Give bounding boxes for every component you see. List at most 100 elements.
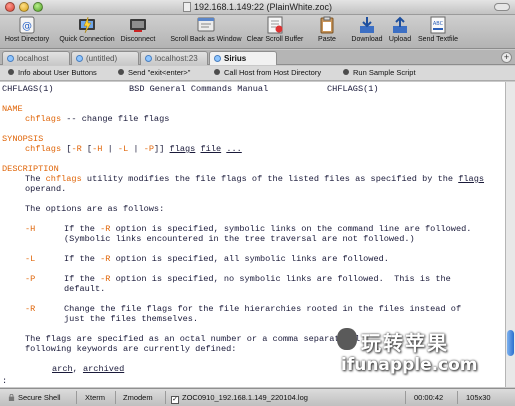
synopsis-line: chflags [-R [-H | -L | -P]] flags file .… xyxy=(25,144,242,154)
send-textfile-button[interactable]: ABC Send Textfile xyxy=(416,16,460,43)
status-divider xyxy=(115,391,116,404)
disconnect-button[interactable]: Disconnect xyxy=(118,16,158,43)
user-button-label: Call Host from Host Directory xyxy=(224,68,322,77)
syn-arg-file: file xyxy=(200,144,222,154)
tab-localhost[interactable]: localhost xyxy=(2,51,70,65)
lock-icon xyxy=(8,394,15,401)
syn-command: chflags xyxy=(25,144,62,154)
session-status-icon xyxy=(145,55,152,62)
opt-text: option is specified, no symbolic links a… xyxy=(110,274,451,284)
name-line: chflags -- change file flags xyxy=(25,114,169,124)
desc-text: utility modifies the file flags of the l… xyxy=(81,174,459,184)
log-file-name: ZOC0910_192.168.1.149_220104.log xyxy=(182,393,308,402)
quick-connection-label: Quick Connection xyxy=(59,36,115,43)
syn-text: [ xyxy=(81,144,93,154)
status-log-toggle[interactable]: ✓ ZOC0910_192.168.1.149_220104.log xyxy=(171,393,308,404)
session-status-icon xyxy=(76,55,83,62)
status-divider xyxy=(457,391,458,404)
bullet-icon xyxy=(118,69,124,75)
status-emulation[interactable]: Xterm xyxy=(85,393,105,402)
user-button-info[interactable]: Info about User Buttons xyxy=(8,68,97,77)
syn-option-p: -P xyxy=(143,144,155,154)
tab-label: (untitled) xyxy=(86,54,118,63)
send-textfile-icon: ABC xyxy=(430,16,446,34)
opt-text: If the xyxy=(64,254,101,264)
send-textfile-label: Send Textfile xyxy=(418,36,458,43)
paste-button[interactable]: Paste xyxy=(315,16,339,43)
status-transfer[interactable]: Zmodem xyxy=(123,393,153,402)
opt-text: If the xyxy=(64,274,101,284)
watermark-url: ifunapple.com xyxy=(341,355,478,375)
option-p-desc-2: default. xyxy=(64,284,106,294)
user-button-send-exit[interactable]: Send "exit<enter>" xyxy=(118,68,190,77)
status-divider xyxy=(76,391,77,404)
disconnect-icon xyxy=(130,19,146,32)
toolbar-toggle-button[interactable] xyxy=(494,3,510,11)
paste-label: Paste xyxy=(318,36,336,43)
tab-untitled[interactable]: (untitled) xyxy=(71,51,139,65)
tab-label: localhost:23 xyxy=(155,54,198,63)
scroll-back-button[interactable]: Scroll Back as Window xyxy=(169,16,243,43)
flags-paragraph-2: following keywords are currently defined… xyxy=(25,344,237,354)
session-tab-bar: localhost (untitled) localhost:23 Sirius… xyxy=(0,50,515,65)
add-tab-button[interactable]: + xyxy=(501,52,512,63)
status-divider xyxy=(165,391,166,404)
syn-text: | xyxy=(102,144,118,154)
section-heading-name: NAME xyxy=(2,104,23,114)
status-bar: Secure Shell Xterm Zmodem ✓ ZOC0910_192.1… xyxy=(0,388,515,406)
upload-icon xyxy=(393,16,407,33)
description-line-2: operand. xyxy=(25,184,67,194)
user-button-run-script[interactable]: Run Sample Script xyxy=(343,68,416,77)
status-divider xyxy=(405,391,406,404)
option-r-desc-2: just the files themselves. xyxy=(64,314,199,324)
clear-scroll-buffer-button[interactable]: Clear Scroll Buffer xyxy=(245,16,305,43)
opt-ref-r: -R xyxy=(100,274,111,284)
section-heading-description: DESCRIPTION xyxy=(2,164,59,174)
man-header-right: CHFLAGS(1) xyxy=(327,84,379,94)
scroll-back-icon xyxy=(197,17,215,32)
syn-option-h: -H xyxy=(92,144,103,154)
host-directory-button[interactable]: @ Host Directory xyxy=(2,16,52,43)
download-icon xyxy=(360,17,374,33)
apple-logo-icon xyxy=(337,328,357,350)
header-left: CHFLAGS(1) xyxy=(2,84,54,94)
bullet-icon xyxy=(8,69,14,75)
download-button[interactable]: Download xyxy=(349,16,385,43)
option-h-flag: -H xyxy=(25,224,36,234)
keyword-separator: , xyxy=(72,364,83,374)
user-button-call-host[interactable]: Call Host from Host Directory xyxy=(214,68,321,77)
syn-option-r: -R xyxy=(71,144,82,154)
app-window: 192.168.1.149:22 (PlainWhite.zoc) @ Host… xyxy=(0,0,515,406)
description-line-1: The chflags utility modifies the file fl… xyxy=(25,174,484,184)
desc-flags: flags xyxy=(458,174,485,184)
desc-text: The xyxy=(25,174,46,184)
status-protocol[interactable]: Secure Shell xyxy=(8,393,61,402)
title-bar: 192.168.1.149:22 (PlainWhite.zoc) xyxy=(0,0,515,15)
command-name: chflags xyxy=(25,114,62,124)
desc-command: chflags xyxy=(45,174,82,184)
option-p-flag: -P xyxy=(25,274,36,284)
status-terminal-size: 105x30 xyxy=(466,393,491,402)
tab-localhost-23[interactable]: localhost:23 xyxy=(140,51,208,65)
opt-text: If the xyxy=(64,224,101,234)
svg-text:@: @ xyxy=(22,21,32,32)
quick-connection-button[interactable]: Quick Connection xyxy=(56,16,118,43)
toolbar: @ Host Directory Quick Connection Discon… xyxy=(0,15,515,49)
options-intro: The options are as follows: xyxy=(25,204,165,214)
paste-icon xyxy=(320,16,334,34)
scroll-back-label: Scroll Back as Window xyxy=(170,36,242,43)
keyword-archived: archived xyxy=(82,364,125,374)
protocol-label: Secure Shell xyxy=(18,393,61,402)
tab-sirius[interactable]: Sirius xyxy=(209,51,277,65)
log-checkbox[interactable]: ✓ xyxy=(171,396,179,404)
upload-label: Upload xyxy=(388,36,412,43)
upload-button[interactable]: Upload xyxy=(386,16,414,43)
syn-arg-ellipsis: ... xyxy=(226,144,242,154)
download-label: Download xyxy=(351,36,383,43)
session-status-icon xyxy=(214,55,221,62)
watermark: 玩转苹果 ifunapple.com xyxy=(335,326,510,382)
session-status-icon xyxy=(7,55,14,62)
host-directory-icon: @ xyxy=(19,16,35,34)
user-button-label: Run Sample Script xyxy=(353,68,416,77)
syn-option-l: -L xyxy=(117,144,129,154)
